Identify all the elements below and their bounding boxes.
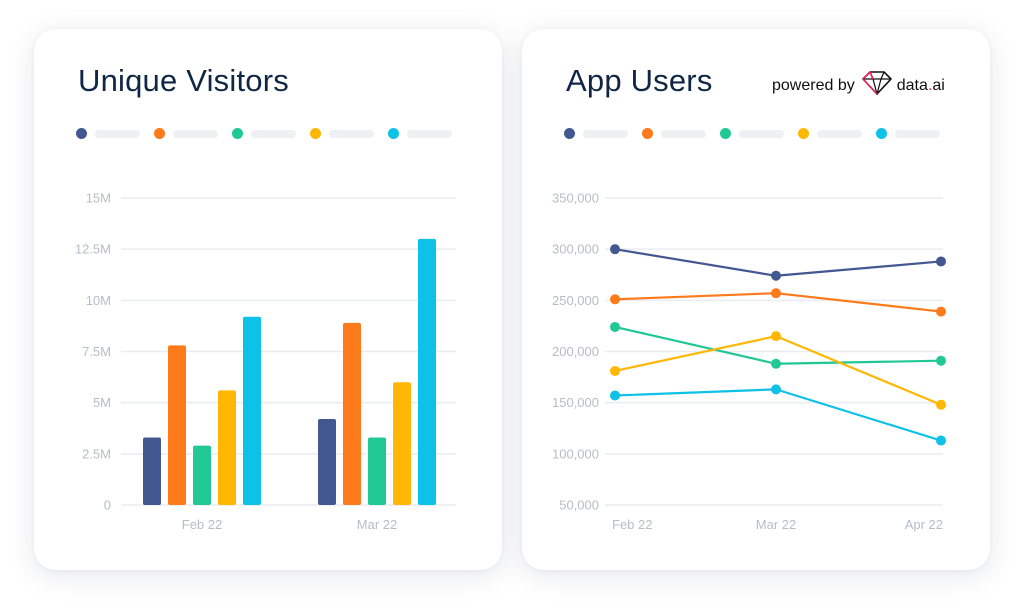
y-tick-label: 150,000	[552, 395, 599, 410]
x-tick-label: Apr 22	[905, 517, 943, 532]
bar[interactable]	[418, 238, 436, 505]
x-tick-label: Feb 22	[612, 517, 652, 532]
y-tick-label: 12.5M	[75, 242, 111, 257]
data-point[interactable]	[771, 331, 781, 342]
bar[interactable]	[368, 437, 386, 505]
y-tick-label: 350,000	[552, 191, 599, 206]
bar-chart: 0 2.5M 5M 7.5M 10M 12.5M 15M Feb 22 Mar 22	[75, 191, 456, 532]
bar[interactable]	[318, 419, 336, 505]
bar[interactable]	[143, 437, 161, 505]
bar[interactable]	[168, 345, 186, 505]
series-line	[614, 388, 942, 442]
bar[interactable]	[218, 390, 236, 505]
line-chart: 50,000 100,000 150,000 200,000 250,000 300,00…	[552, 191, 946, 532]
y-tick-label: 300,000	[552, 242, 599, 257]
unique-visitors-card: Unique Visitors 0 2.5M 5M 7.5M 10M 12.5M 15M Fe…	[34, 29, 502, 570]
data-point[interactable]	[771, 358, 781, 369]
bar[interactable]	[243, 316, 261, 505]
bar[interactable]	[193, 445, 211, 505]
data-point[interactable]	[936, 435, 946, 446]
y-tick-label: 200,000	[552, 344, 599, 359]
bar[interactable]	[393, 382, 411, 505]
y-tick-label: 100,000	[552, 446, 599, 461]
bar[interactable]	[343, 322, 361, 505]
data-point[interactable]	[771, 288, 781, 299]
y-tick-label: 10M	[86, 293, 111, 308]
y-tick-label: 5M	[93, 395, 111, 410]
y-tick-label: 2.5M	[82, 446, 111, 461]
data-point[interactable]	[610, 294, 620, 305]
data-point[interactable]	[610, 244, 620, 255]
y-tick-label: 15M	[86, 191, 111, 206]
data-point[interactable]	[936, 355, 946, 366]
x-tick-label: Mar 22	[357, 517, 397, 532]
y-tick-label: 7.5M	[82, 344, 111, 359]
x-tick-label: Feb 22	[182, 517, 222, 532]
data-point[interactable]	[771, 270, 781, 281]
data-point[interactable]	[610, 365, 620, 376]
y-tick-label: 50,000	[559, 498, 599, 513]
data-point[interactable]	[936, 399, 946, 410]
data-point[interactable]	[610, 321, 620, 332]
y-tick-label: 0	[104, 498, 111, 513]
data-point[interactable]	[936, 306, 946, 317]
data-point[interactable]	[771, 384, 781, 395]
x-tick-label: Mar 22	[756, 517, 796, 532]
data-point[interactable]	[610, 390, 620, 401]
app-users-card: App Users powered by data.ai 50,000 100,0…	[522, 29, 990, 570]
data-point[interactable]	[936, 256, 946, 267]
y-tick-label: 250,000	[552, 293, 599, 308]
